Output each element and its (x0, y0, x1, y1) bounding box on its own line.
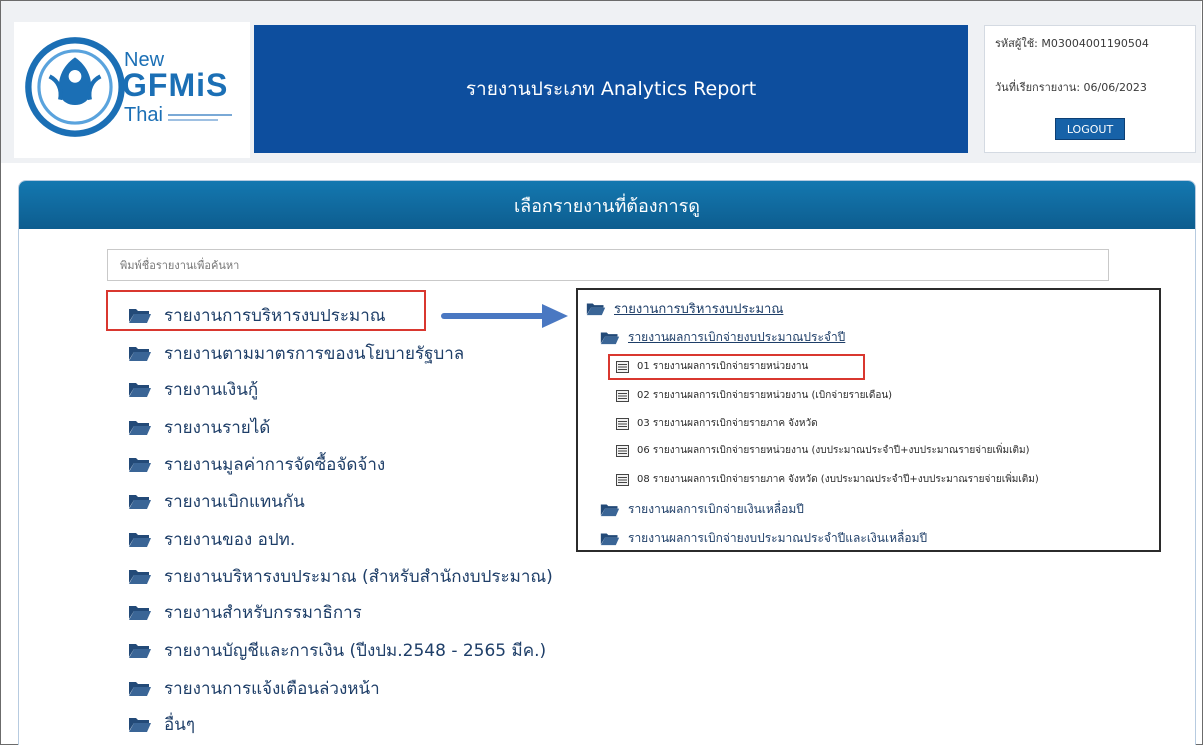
tree-node-label: รายงานผลการเบิกจ่ายงบประมาณประจำปีและเงิ… (628, 531, 928, 545)
folder-open-icon (600, 504, 620, 517)
user-info-box: รหัสผู้ใช้: M03004001190504 วันที่เรียกร… (984, 25, 1196, 153)
category-others[interactable]: อื่นๆ (128, 712, 195, 736)
folder-open-icon (129, 495, 151, 509)
garuda-emblem-icon (25, 37, 125, 137)
category-label: รายงานเบิกแทนกัน (164, 491, 305, 512)
category-label: รายงานการแจ้งเตือนล่วงหน้า (164, 678, 380, 699)
logo-text-thai: Thai (124, 104, 163, 126)
folder-open-icon (129, 570, 151, 584)
report-search-input[interactable] (107, 249, 1109, 281)
report-table-icon (616, 389, 629, 402)
category-label: รายงานตามมาตรการของนโยบายรัฐบาล (164, 343, 465, 364)
report-date-value: 06/06/2023 (1083, 81, 1147, 94)
logo-tagline-line (168, 119, 218, 121)
tree-node-carryover-disbursement[interactable]: รายงานผลการเบิกจ่ายเงินเหลื่อมปี (600, 500, 804, 519)
user-id-value: M03004001190504 (1041, 37, 1149, 50)
folder-open-icon (129, 347, 151, 361)
panel-header: เลือกรายงานที่ต้องการดู (19, 181, 1195, 229)
gfmis-logo: New GFMiS Thai (14, 22, 250, 158)
category-procurement[interactable]: รายงานมูลค่าการจัดซื้อจัดจ้าง (128, 452, 385, 476)
category-advance-alerts[interactable]: รายงานการแจ้งเตือนล่วงหน้า (128, 676, 380, 700)
arrow-right-icon (441, 304, 568, 328)
category-budget-bureau[interactable]: รายงานบริหารงบประมาณ (สำหรับสำนักงบประมา… (128, 564, 553, 588)
folder-open-icon (600, 332, 620, 345)
category-government-policy[interactable]: รายงานตามมาตรการของนโยบายรัฐบาล (128, 341, 464, 365)
report-table-icon (616, 417, 629, 430)
logo-tagline-line (168, 114, 232, 116)
folder-open-icon (129, 606, 151, 620)
tree-report-label: 08 รายงานผลการเบิกจ่ายรายภาค จังหวัด (งบ… (637, 474, 1039, 485)
folder-open-icon (129, 533, 151, 547)
folder-open-icon (129, 421, 151, 435)
tree-report-03[interactable]: 03 รายงานผลการเบิกจ่ายรายภาค จังหวัด (616, 416, 818, 431)
category-committee[interactable]: รายงานสำหรับกรรมาธิการ (128, 600, 362, 624)
category-label: รายงานเงินกู้ (164, 379, 259, 400)
tree-node-label: รายงานการบริหารงบประมาณ (614, 302, 784, 317)
report-table-icon (616, 473, 629, 486)
folder-open-icon (129, 718, 151, 732)
tree-node-label: รายงานผลการเบิกจ่ายงบประมาณประจำปี (628, 330, 846, 344)
category-accounting-finance[interactable]: รายงานบัญชีและการเงิน (ปีงปม.2548 - 2565… (128, 638, 546, 662)
user-id: รหัสผู้ใช้: M03004001190504 (995, 34, 1149, 52)
report-table-icon (616, 444, 629, 457)
panel-title: เลือกรายงานที่ต้องการดู (514, 195, 700, 217)
tree-node-annual-and-carryover[interactable]: รายงานผลการเบิกจ่ายงบประมาณประจำปีและเงิ… (600, 529, 927, 548)
page-title: รายงานประเภท Analytics Report (465, 78, 757, 100)
category-label: อื่นๆ (164, 714, 195, 735)
folder-open-icon (129, 458, 151, 472)
report-date-label: วันที่เรียกรายงาน: (995, 81, 1081, 94)
report-title-banner: รายงานประเภท Analytics Report (254, 25, 968, 153)
folder-open-icon (129, 682, 151, 696)
category-label: รายงานของ อปท. (164, 529, 296, 550)
folder-open-icon (129, 383, 151, 397)
tree-node-budget-management[interactable]: รายงานการบริหารงบประมาณ (586, 298, 783, 319)
category-cross-disbursement[interactable]: รายงานเบิกแทนกัน (128, 489, 305, 513)
category-label: รายงานรายได้ (164, 417, 271, 438)
tree-node-annual-budget-disbursement[interactable]: รายงานผลการเบิกจ่ายงบประมาณประจำปี (600, 328, 845, 347)
folder-open-icon (600, 533, 620, 546)
folder-open-icon (586, 303, 606, 316)
logout-button[interactable]: LOGOUT (1055, 118, 1125, 140)
tree-report-label: 02 รายงานผลการเบิกจ่ายรายหน่วยงาน (เบิกจ… (637, 390, 893, 401)
tree-node-label: รายงานผลการเบิกจ่ายเงินเหลื่อมปี (628, 502, 804, 516)
tree-report-06[interactable]: 06 รายงานผลการเบิกจ่ายรายหน่วยงาน (งบประ… (616, 443, 1030, 458)
report-highlight-box (608, 354, 865, 380)
category-label: รายงานมูลค่าการจัดซื้อจัดจ้าง (164, 454, 386, 475)
logo-text-gfmis: GFMiS (122, 67, 229, 103)
category-loans[interactable]: รายงานเงินกู้ (128, 377, 258, 401)
category-local-government[interactable]: รายงานของ อปท. (128, 527, 295, 551)
tree-report-label: 06 รายงานผลการเบิกจ่ายรายหน่วยงาน (งบประ… (637, 445, 1030, 456)
tree-report-02[interactable]: 02 รายงานผลการเบิกจ่ายรายหน่วยงาน (เบิกจ… (616, 388, 892, 403)
category-highlight-box (106, 290, 426, 331)
tree-report-08[interactable]: 08 รายงานผลการเบิกจ่ายรายภาค จังหวัด (งบ… (616, 472, 1039, 487)
category-revenue[interactable]: รายงานรายได้ (128, 415, 270, 439)
user-id-label: รหัสผู้ใช้: (995, 37, 1038, 50)
report-date: วันที่เรียกรายงาน: 06/06/2023 (995, 78, 1147, 96)
tree-report-label: 03 รายงานผลการเบิกจ่ายรายภาค จังหวัด (637, 418, 818, 429)
folder-open-icon (129, 644, 151, 658)
category-label: รายงานบัญชีและการเงิน (ปีงปม.2548 - 2565… (164, 640, 547, 661)
category-label: รายงานบริหารงบประมาณ (สำหรับสำนักงบประมา… (164, 566, 553, 587)
category-label: รายงานสำหรับกรรมาธิการ (164, 602, 362, 623)
